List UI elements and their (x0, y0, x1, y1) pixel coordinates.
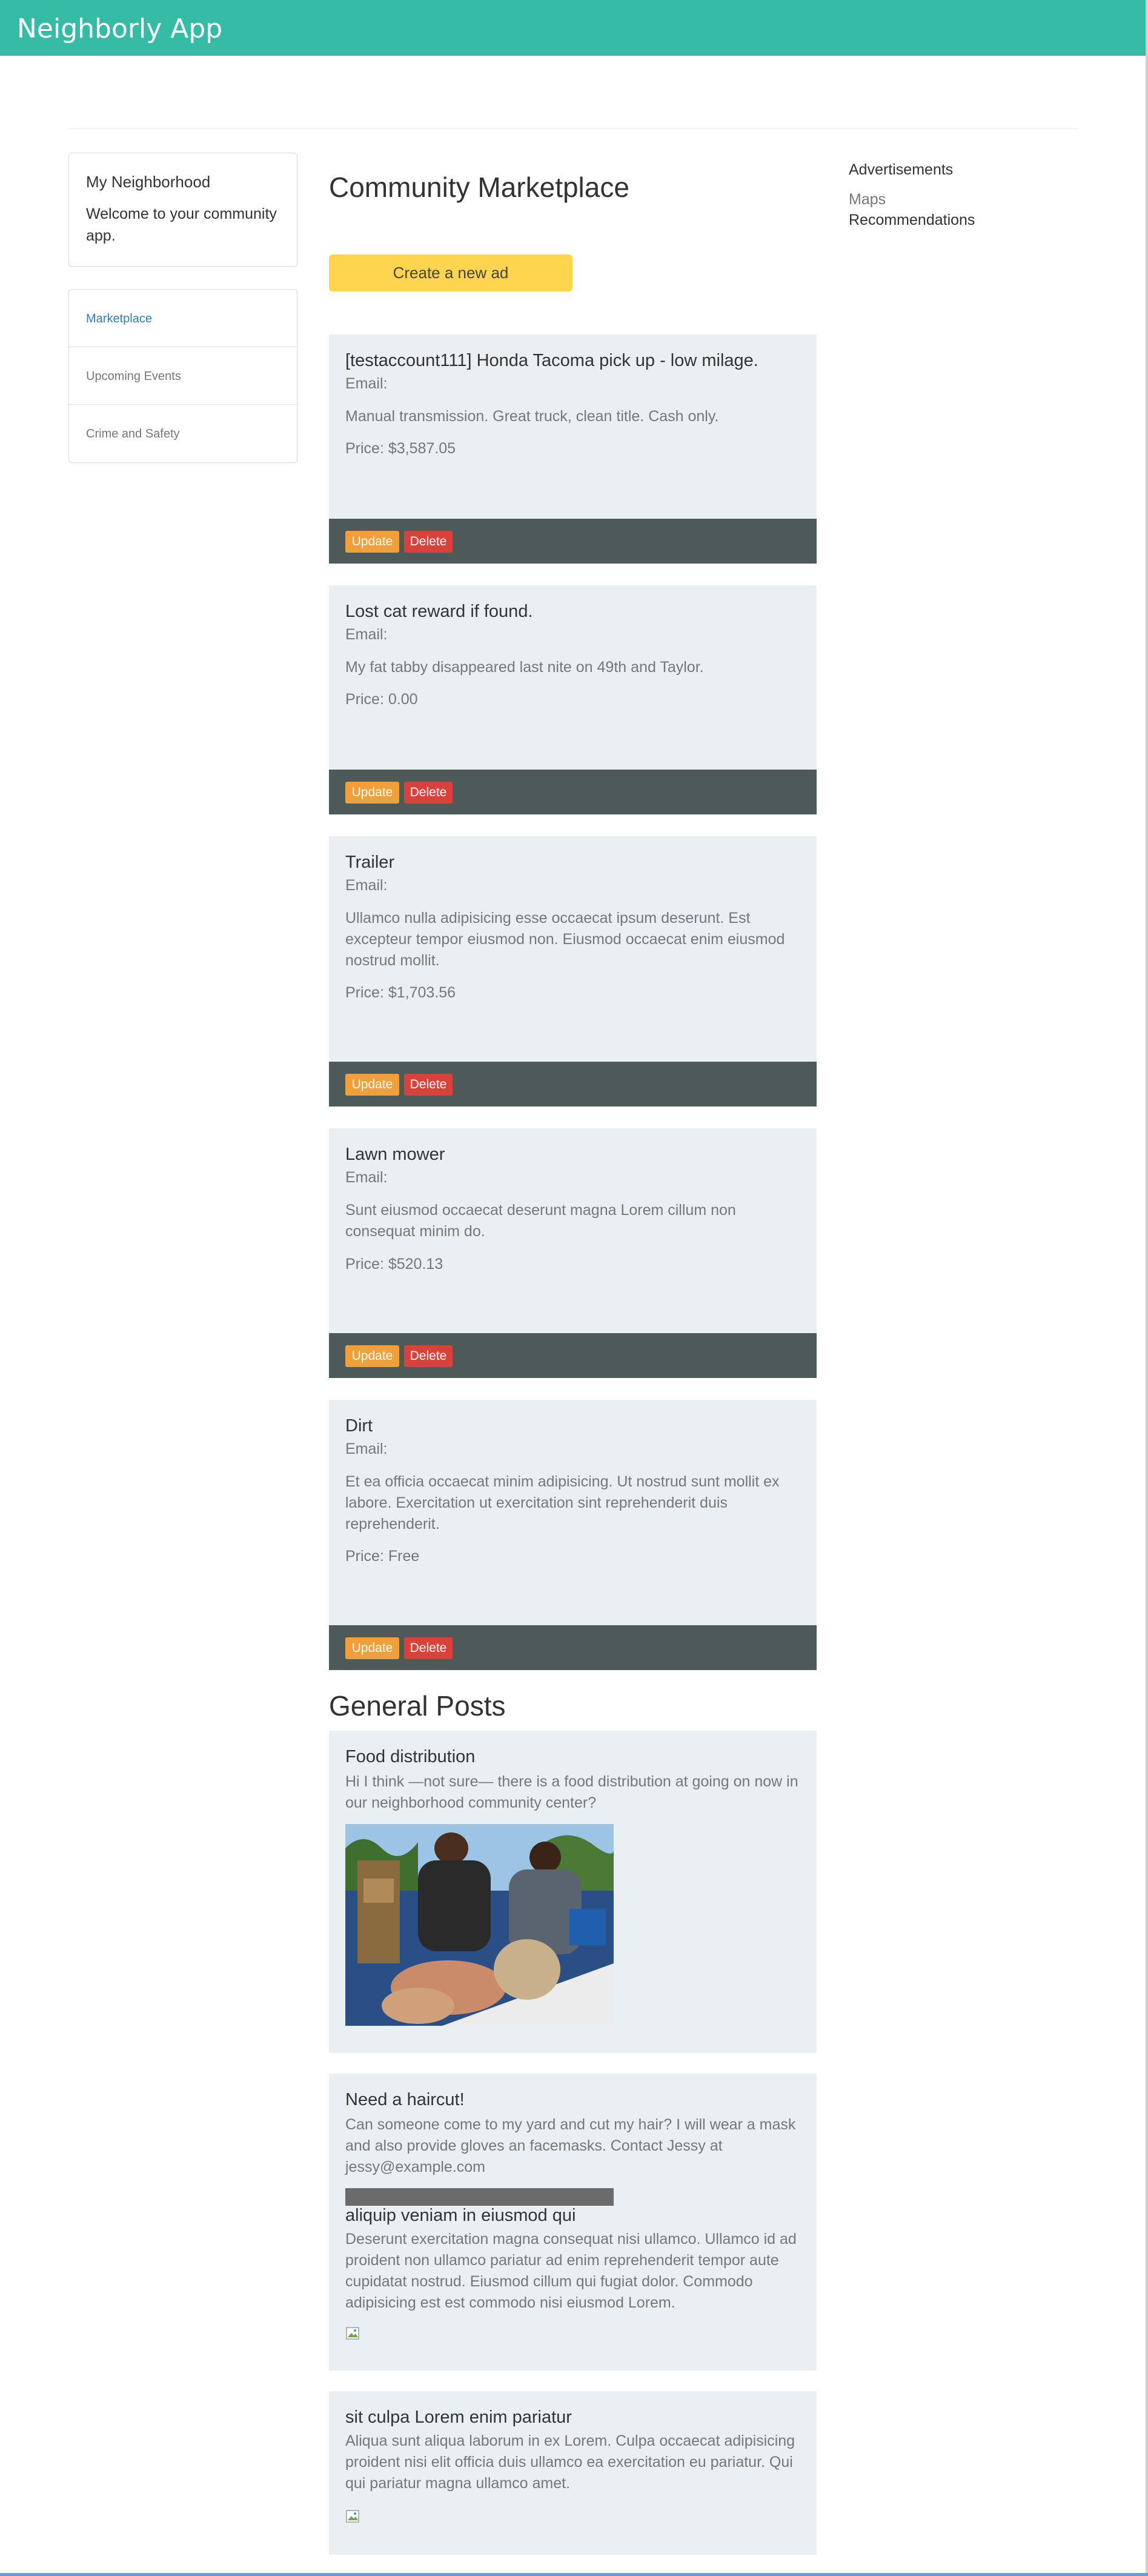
sidebar-item-label: Upcoming Events (86, 370, 181, 383)
ad-description: Sunt eiusmod occaecat deserunt magna Lor… (345, 1202, 736, 1240)
delete-button[interactable]: Delete (404, 782, 453, 804)
recommendations-link[interactable]: Recommendations (849, 211, 975, 229)
ad-price: Price: Free (345, 1548, 420, 1565)
sidebar-item-crime-and-safety[interactable]: Crime and Safety (69, 405, 297, 462)
post-title: Food distribution (345, 1747, 476, 1766)
post-text: Hi I think —not sure— there is a food di… (345, 1773, 798, 1811)
ad-email: Email: (345, 626, 388, 643)
broken-image-icon (346, 2510, 359, 2523)
ad-footer: Update Delete (329, 519, 817, 564)
ad-card: Lawn mower Email: Sunt eiusmod occaecat … (329, 1128, 817, 1378)
post-title: sit culpa Lorem enim pariatur (345, 2408, 572, 2427)
sidebar-item-marketplace[interactable]: Marketplace (69, 290, 297, 347)
welcome-text: Welcome to your community app. (86, 205, 277, 244)
ad-title: Trailer (345, 853, 395, 872)
sidebar-item-label: Marketplace (86, 312, 152, 325)
sidebar-item-upcoming-events[interactable]: Upcoming Events (69, 347, 297, 405)
post-sub-text: Deserunt exercitation magna consequat ni… (345, 2231, 797, 2311)
delete-button[interactable]: Delete (404, 1345, 453, 1367)
ad-email: Email: (345, 1169, 388, 1186)
ad-title: Lawn mower (345, 1145, 445, 1164)
window-edge (1146, 0, 1148, 2576)
welcome-panel: My Neighborhood Welcome to your communit… (68, 153, 297, 267)
ad-footer: Update Delete (329, 1625, 817, 1670)
ad-card: Trailer Email: Ullamco nulla adipisicing… (329, 836, 817, 1107)
ad-title: Lost cat reward if found. (345, 602, 533, 621)
ad-price: Price: 0.00 (345, 691, 418, 708)
update-button[interactable]: Update (345, 1637, 399, 1659)
post-card: Need a haircut! Can someone come to my y… (329, 2074, 817, 2371)
advertisements-heading: Advertisements (849, 161, 954, 178)
page-title: Community Marketplace (329, 171, 629, 203)
update-button[interactable]: Update (345, 531, 399, 553)
ad-email: Email: (345, 375, 388, 392)
ad-email: Email: (345, 877, 388, 894)
ad-title: [testaccount111] Honda Tacoma pick up - … (345, 351, 758, 370)
ad-title: Dirt (345, 1416, 373, 1436)
broken-image-icon (346, 2327, 359, 2340)
update-button[interactable]: Update (345, 782, 399, 804)
update-button[interactable]: Update (345, 1074, 399, 1096)
top-navbar: Neighborly App (0, 0, 1146, 56)
maps-link[interactable]: Maps (849, 191, 886, 208)
haircut-photo-strip (345, 2188, 614, 2206)
post-title: Need a haircut! (345, 2090, 465, 2109)
photo-illustration (345, 1824, 614, 2026)
ad-card: Lost cat reward if found. Email: My fat … (329, 585, 817, 814)
section-title-general-posts: General Posts (329, 1690, 506, 1722)
ad-description: Et ea officia occaecat minim adipisicing… (345, 1473, 780, 1533)
ad-card: [testaccount111] Honda Tacoma pick up - … (329, 334, 817, 564)
post-text: Aliqua sunt aliqua laborum in ex Lorem. … (345, 2432, 795, 2492)
ad-description: My fat tabby disappeared last nite on 49… (345, 659, 704, 676)
delete-button[interactable]: Delete (404, 531, 453, 553)
ad-card: Dirt Email: Et ea officia occaecat minim… (329, 1400, 817, 1670)
ad-footer: Update Delete (329, 1333, 817, 1378)
post-card: Food distribution Hi I think —not sure— … (329, 1731, 817, 2053)
window-bottom-edge (0, 2573, 1148, 2576)
ad-email: Email: (345, 1440, 388, 1457)
post-text: Can someone come to my yard and cut my h… (345, 2116, 796, 2175)
ad-description: Manual transmission. Great truck, clean … (345, 408, 719, 425)
update-button[interactable]: Update (345, 1345, 399, 1367)
delete-button[interactable]: Delete (404, 1637, 453, 1659)
ad-footer: Update Delete (329, 1062, 817, 1107)
create-ad-button[interactable]: Create a new ad (329, 255, 572, 291)
ad-description: Ullamco nulla adipisicing esse occaecat … (345, 910, 785, 969)
ad-price: Price: $520.13 (345, 1256, 443, 1273)
brand-link[interactable]: Neighborly App (17, 13, 222, 44)
divider (68, 128, 1078, 129)
ad-footer: Update Delete (329, 770, 817, 814)
sidebar-nav: Marketplace Upcoming Events Crime and Sa… (68, 289, 297, 463)
post-card: sit culpa Lorem enim pariatur Aliqua sun… (329, 2391, 817, 2555)
ad-price: Price: $3,587.05 (345, 440, 456, 457)
welcome-title: My Neighborhood (86, 173, 211, 191)
sidebar-item-label: Crime and Safety (86, 427, 180, 441)
delete-button[interactable]: Delete (404, 1074, 453, 1096)
post-sub-title: aliquip veniam in eiusmod qui (345, 2206, 576, 2225)
food-distribution-photo (345, 1824, 614, 2026)
ad-price: Price: $1,703.56 (345, 984, 456, 1001)
